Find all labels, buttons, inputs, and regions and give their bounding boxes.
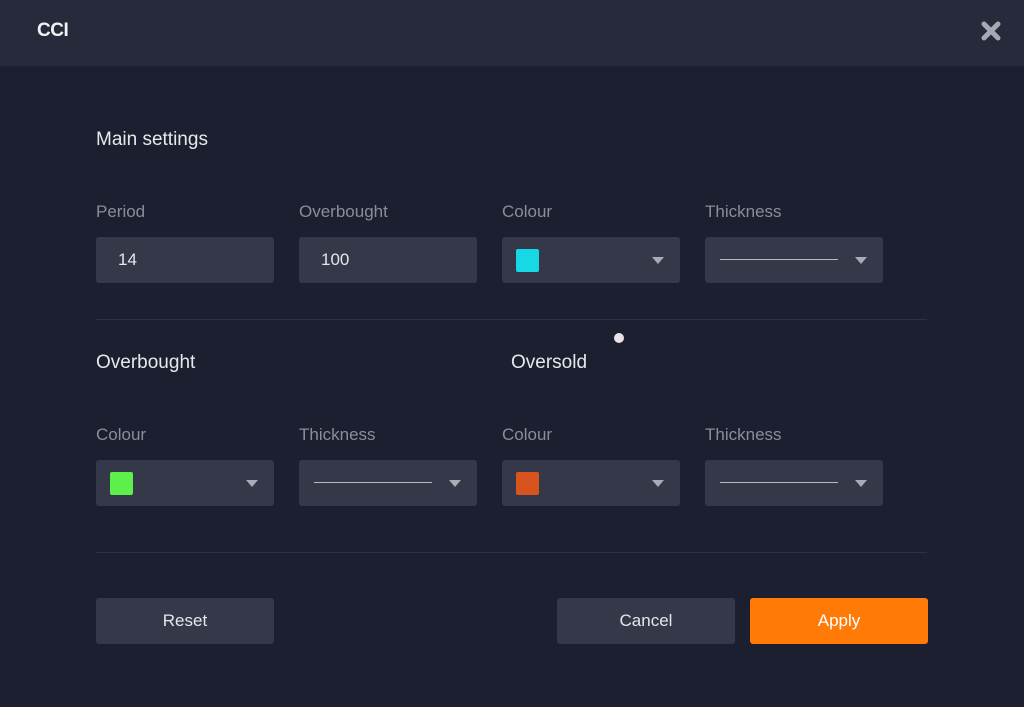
chevron-down-icon	[246, 480, 258, 487]
colour-swatch	[516, 472, 539, 495]
divider	[96, 319, 927, 320]
oversold-colour-select[interactable]	[502, 460, 680, 506]
main-colour-label: Colour	[502, 202, 553, 221]
line-thickness-sample	[720, 259, 838, 260]
overbought-level-input[interactable]: 100	[299, 237, 477, 283]
chevron-down-icon	[855, 257, 867, 264]
dialog-header: CCI	[0, 0, 1024, 66]
cancel-button[interactable]: Cancel	[557, 598, 735, 644]
oversold-section-title: Oversold	[511, 352, 588, 373]
chevron-down-icon	[652, 257, 664, 264]
colour-swatch	[516, 249, 539, 272]
mouse-cursor	[614, 333, 624, 343]
line-thickness-sample	[720, 482, 838, 483]
oversold-colour-label: Colour	[502, 425, 553, 444]
overbought-level-label: Overbought	[299, 202, 388, 221]
overbought-thickness-label: Thickness	[299, 425, 376, 444]
period-value: 14	[118, 250, 137, 269]
main-thickness-label: Thickness	[705, 202, 782, 221]
overbought-colour-label: Colour	[96, 425, 147, 444]
main-settings-title: Main settings	[96, 129, 208, 150]
overbought-section-title: Overbought	[96, 352, 196, 373]
overbought-thickness-select[interactable]	[299, 460, 477, 506]
main-colour-select[interactable]	[502, 237, 680, 283]
overbought-level-value: 100	[321, 250, 350, 269]
main-thickness-select[interactable]	[705, 237, 883, 283]
period-input[interactable]: 14	[96, 237, 274, 283]
line-thickness-sample	[314, 482, 432, 483]
apply-button[interactable]: Apply	[750, 598, 928, 644]
oversold-thickness-label: Thickness	[705, 425, 782, 444]
close-x-icon	[981, 21, 1001, 41]
overbought-colour-select[interactable]	[96, 460, 274, 506]
reset-button[interactable]: Reset	[96, 598, 274, 644]
close-button[interactable]	[980, 20, 1002, 42]
colour-swatch	[110, 472, 133, 495]
oversold-thickness-select[interactable]	[705, 460, 883, 506]
chevron-down-icon	[449, 480, 461, 487]
chevron-down-icon	[855, 480, 867, 487]
chevron-down-icon	[652, 480, 664, 487]
period-label: Period	[96, 202, 146, 221]
dialog-title: CCI	[37, 20, 69, 41]
divider	[96, 552, 927, 553]
